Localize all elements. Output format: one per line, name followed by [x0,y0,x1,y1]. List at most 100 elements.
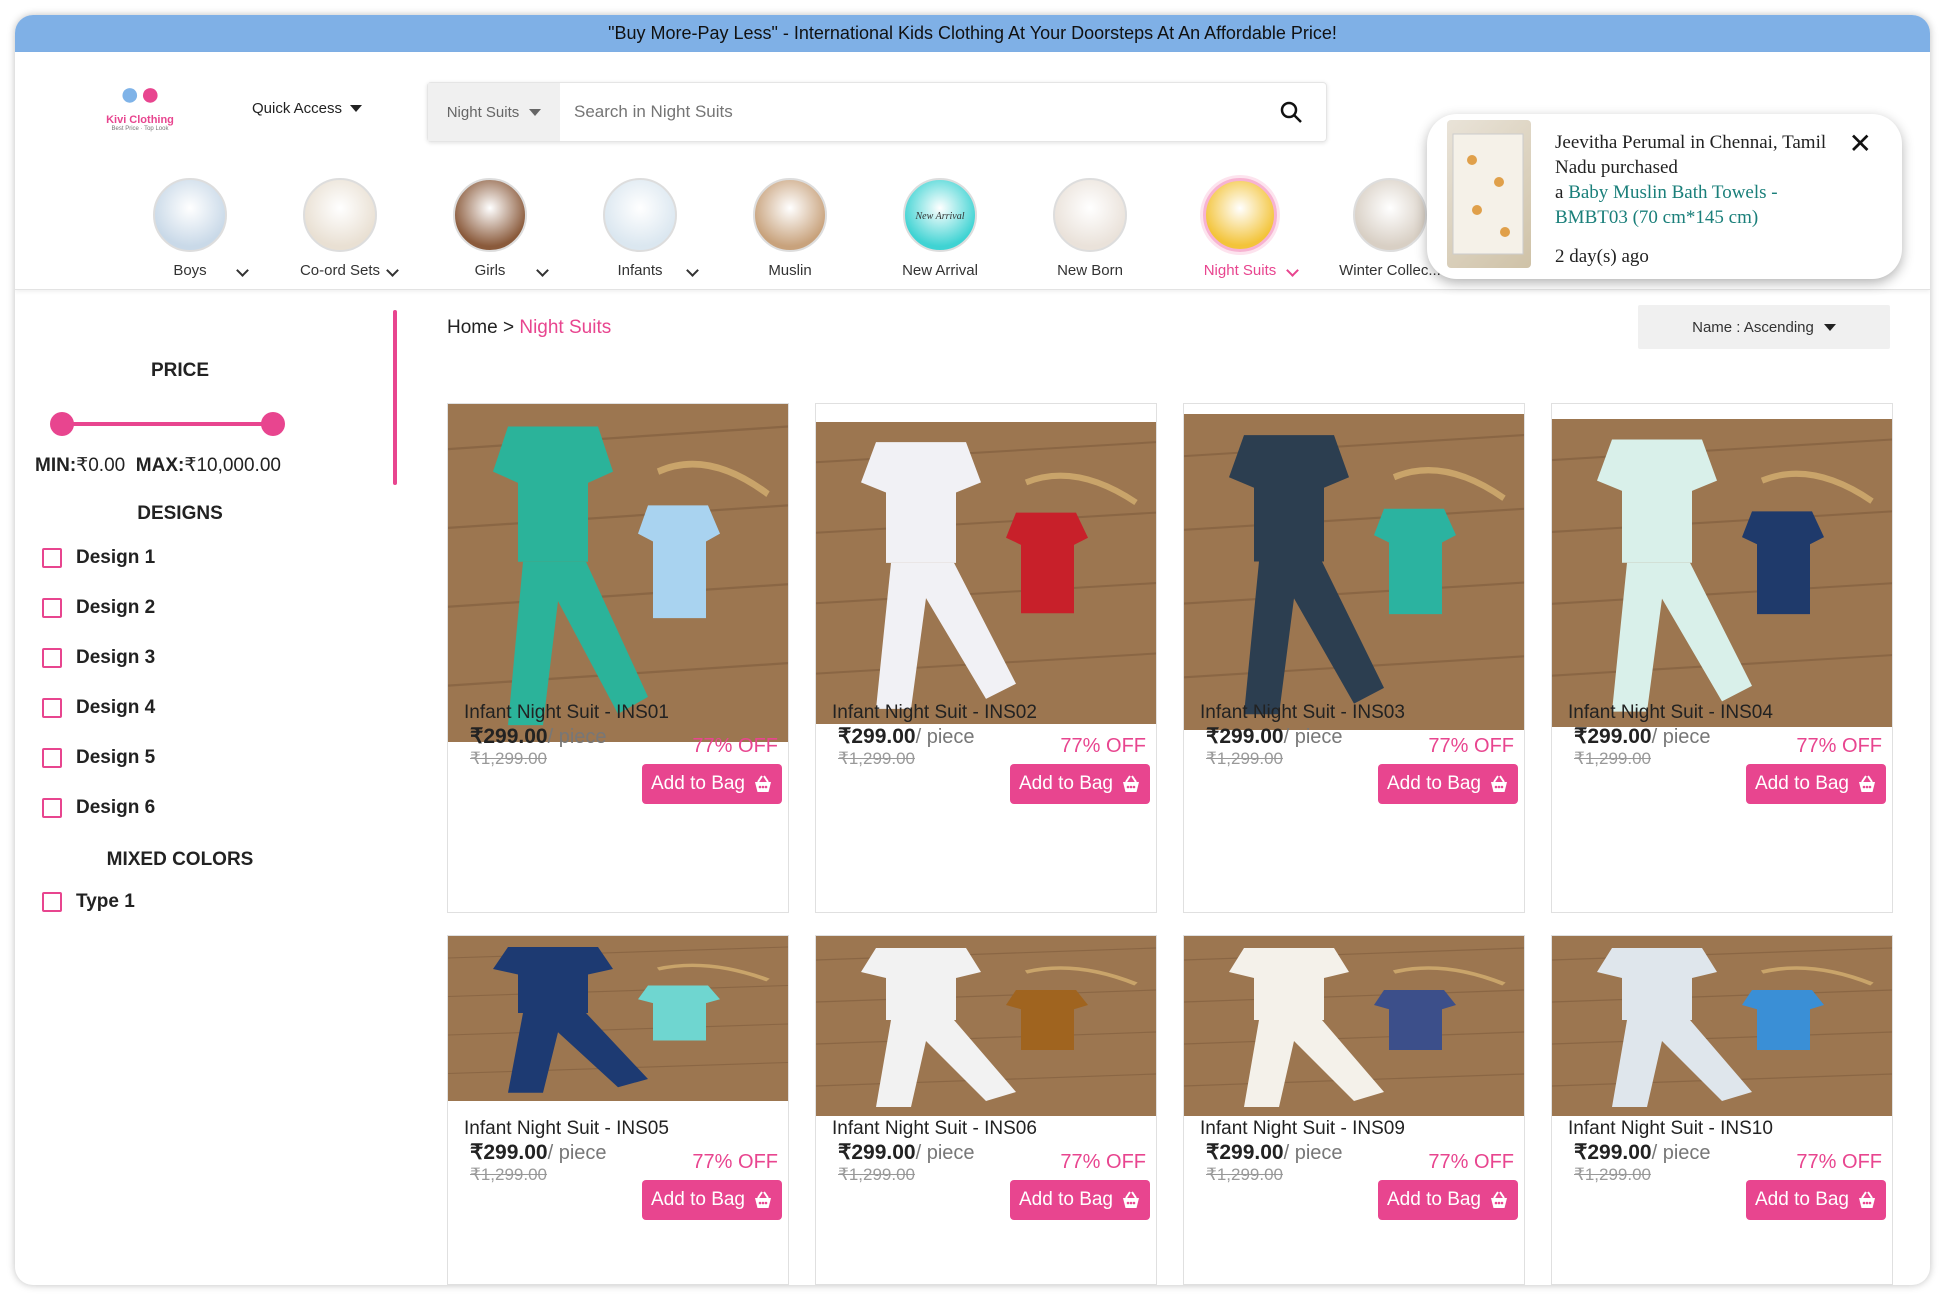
product-image[interactable] [448,404,788,742]
discount-badge: 77% OFF [692,735,778,757]
add-to-bag-button[interactable]: Add to Bag [1378,764,1518,804]
product-image[interactable] [1184,414,1524,730]
category-item[interactable]: New Arrival New Arrival [865,178,1015,280]
sale-price: ₹299.00 [1574,1141,1652,1164]
breadcrumb-home[interactable]: Home [447,317,498,338]
product-image[interactable] [1552,419,1892,727]
category-item[interactable]: Muslin [715,178,865,280]
caret-down-icon [529,108,542,116]
product-card[interactable]: Infant Night Suit - INS02 ₹299.00/ piece ₹… [815,403,1157,913]
brand-logo[interactable]: ●● Kivi Clothing Best Price · Top Look [95,74,185,144]
filter-option[interactable]: Design 3 [42,633,405,683]
toast-product-link[interactable]: Baby Muslin Bath Towels - BMBT03 (70 cm*… [1555,182,1778,228]
quick-access-menu[interactable]: Quick Access [252,100,363,117]
checkbox[interactable] [42,892,62,912]
toast-prefix: a [1555,182,1564,203]
category-item[interactable]: Co-ord Sets [265,178,415,280]
category-label: Boys [173,262,207,279]
sort-select[interactable]: Name : Ascending [1638,305,1890,349]
price-unit: / piece [915,1142,975,1164]
product-card[interactable]: Infant Night Suit - INS06 ₹299.00/ piece ₹… [815,935,1157,1285]
category-label: Co-ord Sets [299,262,381,279]
shopping-basket-icon [1121,1191,1141,1209]
product-card[interactable]: Infant Night Suit - INS10 ₹299.00/ piece ₹… [1551,935,1893,1285]
add-to-bag-button[interactable]: Add to Bag [1746,764,1886,804]
filter-option[interactable]: Design 4 [42,683,405,733]
price-min-handle[interactable] [50,412,74,436]
chevron-down-icon[interactable] [236,264,249,277]
checkbox[interactable] [42,548,62,568]
checkbox[interactable] [42,748,62,768]
category-item[interactable]: Infants [565,178,715,280]
product-card[interactable]: Infant Night Suit - INS05 ₹299.00/ piece ₹… [447,935,789,1285]
filter-option[interactable]: Type 1 [42,877,405,927]
original-price: ₹1,299.00 [470,749,547,768]
product-card[interactable]: Infant Night Suit - INS03 ₹299.00/ piece ₹… [1183,403,1525,913]
search-category-select[interactable]: Night Suits [428,83,560,141]
checkbox[interactable] [42,598,62,618]
add-to-bag-button[interactable]: Add to Bag [1010,764,1150,804]
category-item[interactable]: Girls [415,178,565,280]
category-item[interactable]: New Born [1015,178,1165,280]
shopping-basket-icon [1489,775,1509,793]
product-name[interactable]: Infant Night Suit - INS02 [832,702,1037,724]
discount-badge: 77% OFF [1428,735,1514,757]
category-label: Winter Collec... [1339,262,1441,279]
price-range-slider [50,412,285,436]
add-to-bag-label: Add to Bag [650,773,746,794]
product-card[interactable]: Infant Night Suit - INS04 ₹299.00/ piece ₹… [1551,403,1893,913]
product-image[interactable] [1184,936,1524,1116]
price-max-handle[interactable] [261,412,285,436]
product-image[interactable] [1552,936,1892,1116]
feet-logo-icon: ●● [119,75,161,113]
sidebar-scrollbar[interactable] [393,310,397,485]
filter-option[interactable]: Design 2 [42,583,405,633]
filter-option-label: Design 3 [76,647,156,668]
category-nav: Boys Co-ord Sets Girls Infants Muslin New Arr… [115,178,1465,280]
filter-option-label: Design 6 [76,797,156,818]
product-name[interactable]: Infant Night Suit - INS04 [1568,702,1773,724]
chevron-down-icon[interactable] [1286,264,1299,277]
product-name[interactable]: Infant Night Suit - INS10 [1568,1118,1773,1140]
product-name[interactable]: Infant Night Suit - INS09 [1200,1118,1405,1140]
product-name[interactable]: Infant Night Suit - INS06 [832,1118,1037,1140]
product-card[interactable]: Infant Night Suit - INS01 ₹299.00/ piece ₹… [447,403,789,913]
product-name[interactable]: Infant Night Suit - INS03 [1200,702,1405,724]
checkbox[interactable] [42,798,62,818]
add-to-bag-button[interactable]: Add to Bag [1010,1180,1150,1220]
shopping-basket-icon [753,1191,773,1209]
caret-down-icon [350,105,363,112]
product-image[interactable] [816,936,1156,1116]
caret-down-icon [1823,323,1836,331]
add-to-bag-button[interactable]: Add to Bag [1378,1180,1518,1220]
chevron-down-icon[interactable] [386,264,399,277]
filter-option-label: Design 2 [76,597,156,618]
filter-option[interactable]: Design 5 [42,733,405,783]
purchase-toast: Jeevitha Perumal in Chennai, Tamil Nadu … [1427,114,1902,279]
search-input[interactable] [560,83,1256,141]
price-unit: / piece [1283,726,1343,748]
quick-access-label: Quick Access [252,100,343,117]
product-image[interactable] [816,422,1156,724]
checkbox[interactable] [42,648,62,668]
chevron-down-icon[interactable] [536,264,549,277]
chevron-down-icon[interactable] [686,264,699,277]
add-to-bag-button[interactable]: Add to Bag [642,764,782,804]
original-price: ₹1,299.00 [1206,749,1283,768]
product-name[interactable]: Infant Night Suit - INS01 [464,702,669,724]
product-card[interactable]: Infant Night Suit - INS09 ₹299.00/ piece ₹… [1183,935,1525,1285]
filter-option[interactable]: Design 6 [42,783,405,833]
product-name[interactable]: Infant Night Suit - INS05 [464,1118,669,1140]
add-to-bag-button[interactable]: Add to Bag [642,1180,782,1220]
close-icon[interactable]: ✕ [1849,130,1872,158]
checkbox[interactable] [42,698,62,718]
search-button[interactable] [1256,83,1326,141]
category-item[interactable]: Night Suits [1165,178,1315,280]
product-image[interactable] [448,936,788,1101]
add-to-bag-button[interactable]: Add to Bag [1746,1180,1886,1220]
add-to-bag-label: Add to Bag [1386,773,1482,794]
category-item[interactable]: Boys [115,178,265,280]
category-image [153,178,227,252]
filter-option[interactable]: Design 1 [42,533,405,583]
original-price: ₹1,299.00 [1574,749,1651,768]
